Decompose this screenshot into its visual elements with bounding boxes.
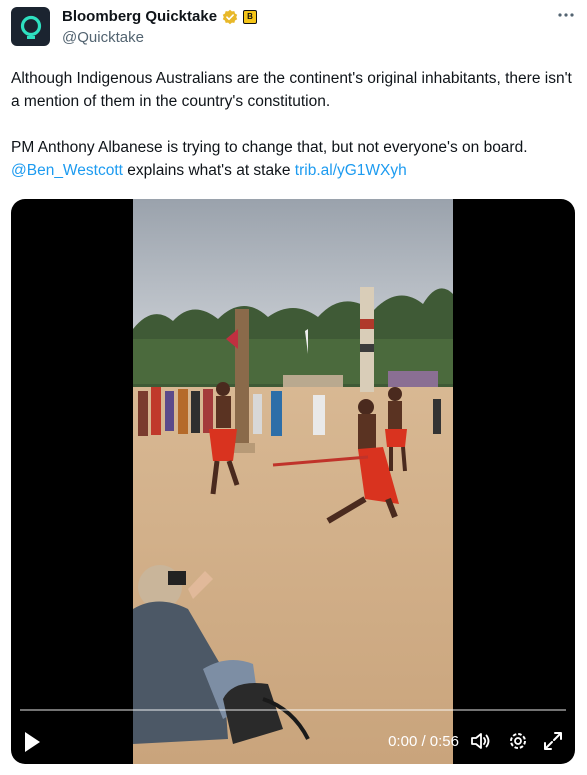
- tweet-text: Although Indigenous Australians are the …: [11, 67, 577, 182]
- more-dots-icon: [558, 13, 574, 17]
- more-options-icon[interactable]: [557, 6, 575, 27]
- avatar[interactable]: [11, 7, 50, 46]
- affiliate-badge-icon: B: [243, 9, 258, 24]
- video-frame: [133, 199, 453, 764]
- video-player[interactable]: 0:00 / 0:56: [11, 199, 575, 764]
- article-link[interactable]: trib.al/yG1WXyh: [295, 162, 407, 179]
- play-icon[interactable]: [23, 731, 41, 753]
- tweet-paragraph-1: Although Indigenous Australians are the …: [11, 70, 572, 110]
- tweet-text-part: PM Anthony Albanese is trying to change …: [11, 139, 528, 156]
- author-display-name[interactable]: Bloomberg Quicktake: [62, 8, 217, 25]
- video-time: 0:00 / 0:56: [388, 733, 459, 750]
- author-name-row: Bloomberg Quicktake B: [62, 8, 258, 25]
- video-controls: 0:00 / 0:56: [11, 720, 575, 764]
- tweet-card: Bloomberg Quicktake B @Quicktake Althoug…: [0, 0, 587, 775]
- settings-icon[interactable]: [507, 730, 529, 752]
- fullscreen-icon[interactable]: [542, 730, 564, 752]
- tweet-paragraph-2: PM Anthony Albanese is trying to change …: [11, 136, 577, 182]
- verified-badge-icon: [222, 9, 238, 24]
- author-handle[interactable]: @Quicktake: [62, 29, 144, 46]
- tweet-text-part: explains what's at stake: [127, 162, 291, 179]
- volume-icon[interactable]: [469, 730, 491, 752]
- mention-link[interactable]: @Ben_Westcott: [11, 162, 123, 179]
- quicktake-logo-icon: [20, 15, 41, 39]
- progress-bar[interactable]: [20, 709, 566, 711]
